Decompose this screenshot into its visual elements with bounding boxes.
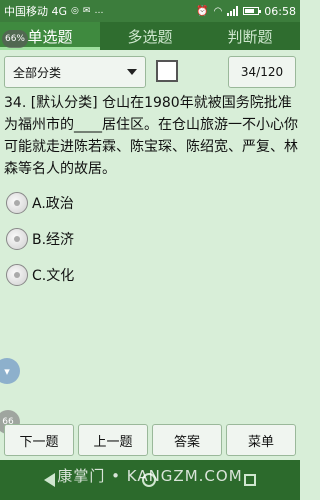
battery-icon: [243, 7, 262, 15]
option-label: B.经济: [32, 232, 75, 248]
action-buttons: 下一题 上一题 答案 菜单: [0, 424, 300, 456]
notification-icon: ◎: [71, 6, 79, 16]
question-type-tabs: 单选题 多选题 判断题: [0, 22, 300, 50]
radio-button-icon[interactable]: [6, 264, 28, 286]
clock: 06:58: [264, 4, 296, 18]
option-a[interactable]: A.政治: [6, 190, 74, 216]
tab-true-false[interactable]: 判断题: [200, 22, 300, 50]
category-value: 全部分类: [13, 65, 62, 80]
menu-button[interactable]: 菜单: [226, 424, 296, 456]
favorite-checkbox[interactable]: [156, 60, 178, 82]
question-counter-button[interactable]: 34/120: [228, 56, 296, 88]
show-answer-button[interactable]: 答案: [152, 424, 222, 456]
chevron-down-icon: [127, 69, 137, 75]
radio-button-icon[interactable]: [6, 192, 28, 214]
category-dropdown[interactable]: 全部分类: [4, 56, 146, 88]
filter-row: 全部分类 34/120: [0, 52, 300, 92]
option-b[interactable]: B.经济: [6, 226, 74, 252]
wifi-icon: ◠: [213, 5, 223, 17]
previous-question-button[interactable]: 上一题: [78, 424, 148, 456]
next-question-button[interactable]: 下一题: [4, 424, 74, 456]
status-more: …: [94, 6, 104, 16]
radio-button-icon[interactable]: [6, 228, 28, 250]
floating-percent-badge[interactable]: 66%: [2, 30, 28, 48]
question-text: 34. [默认分类] 仓山在1980年就被国务院批准为福州市的____居住区。在…: [4, 95, 298, 177]
watermark: 康掌门 • KANGZM.COM: [57, 467, 243, 485]
option-label: C.文化: [32, 268, 75, 284]
option-c[interactable]: C.文化: [6, 262, 74, 288]
carrier-label: 中国移动 4G: [4, 5, 68, 18]
alarm-icon: ⏰: [196, 5, 209, 17]
scroll-down-icon[interactable]: ▾: [0, 358, 20, 384]
mail-icon: ✉: [82, 6, 91, 16]
status-bar: 中国移动 4G ◎ ✉ … ⏰ ◠ 06:58: [0, 0, 300, 22]
tab-multiple-choice[interactable]: 多选题: [100, 22, 200, 50]
option-label: A.政治: [32, 196, 74, 212]
signal-icon: [227, 6, 239, 16]
